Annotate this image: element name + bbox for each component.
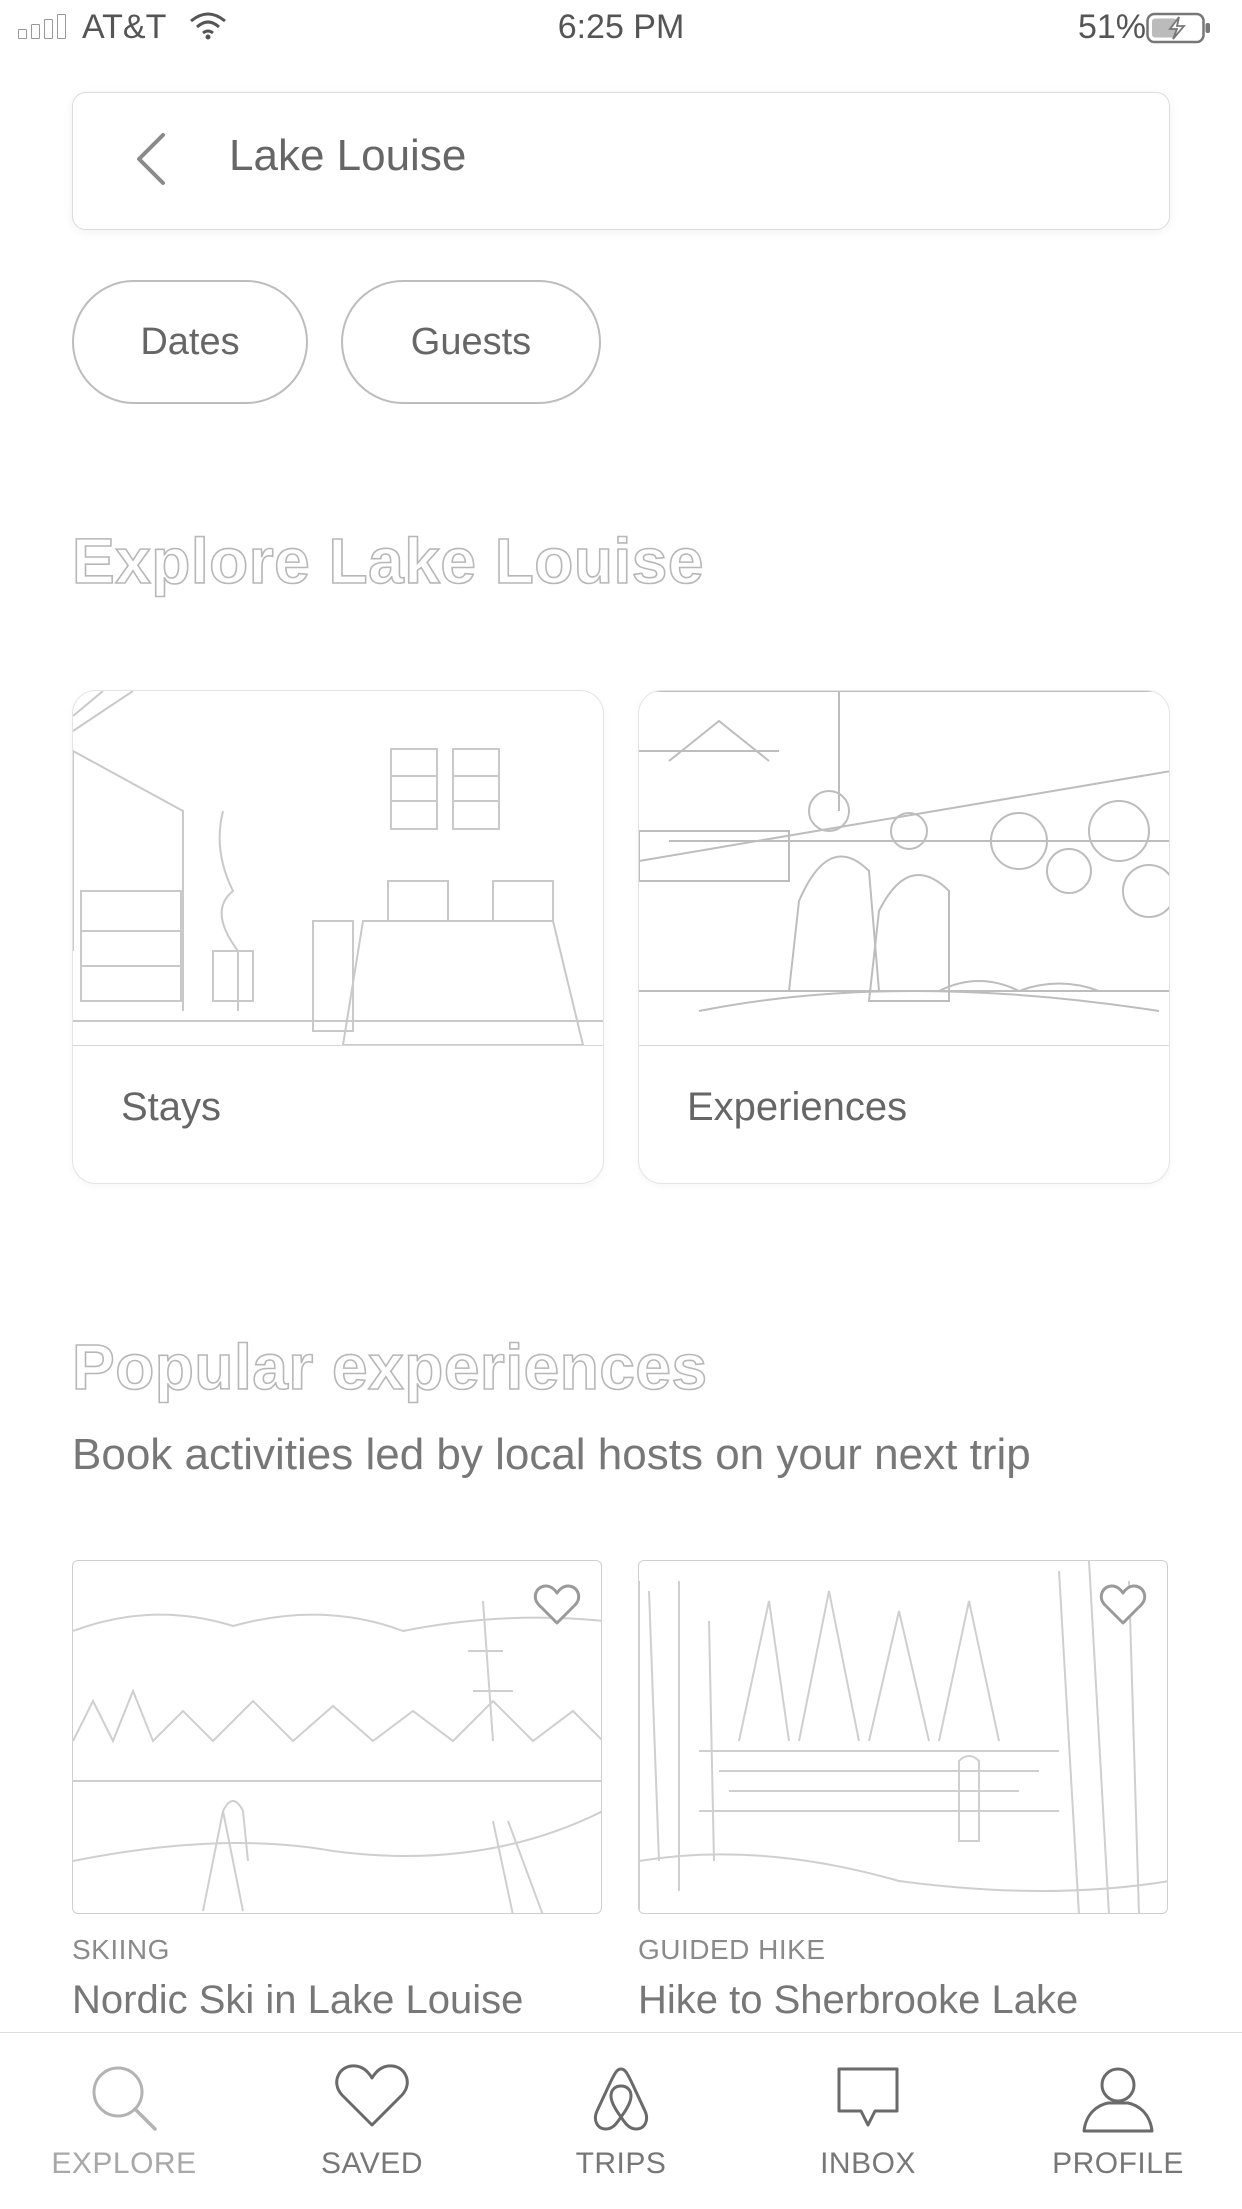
stays-card-label: Stays: [121, 1085, 222, 1129]
dates-filter-button[interactable]: Dates: [72, 280, 308, 404]
tab-inbox[interactable]: INBOX: [768, 2033, 968, 2209]
battery-charging-icon: [1146, 12, 1212, 53]
heart-icon[interactable]: [1099, 1583, 1147, 1632]
tab-profile[interactable]: PROFILE: [1018, 2033, 1218, 2209]
heart-icon: [334, 2063, 410, 2134]
search-icon: [89, 2063, 159, 2138]
experience-category: GUIDED HIKE: [638, 1934, 826, 1965]
dates-filter-label: Dates: [140, 320, 240, 363]
heart-icon[interactable]: [533, 1583, 581, 1632]
profile-icon: [1080, 2063, 1156, 2140]
experience-card[interactable]: GUIDED HIKE Hike to Sherbrooke Lake: [638, 1560, 1168, 2022]
popular-experiences-subheading: Book activities led by local hosts on yo…: [72, 1430, 1031, 1479]
tab-inbox-label: INBOX: [820, 2147, 916, 2180]
stays-image: [73, 691, 603, 1046]
tab-explore[interactable]: EXPLORE: [24, 2033, 224, 2209]
tab-profile-label: PROFILE: [1052, 2147, 1184, 2180]
experiences-image: [639, 691, 1169, 1046]
explore-heading: Explore Lake Louise: [71, 524, 704, 598]
tab-saved[interactable]: SAVED: [272, 2033, 472, 2209]
search-location-value[interactable]: Lake Louise: [229, 131, 466, 181]
tab-explore-label: EXPLORE: [51, 2147, 197, 2180]
experiences-card[interactable]: Experiences: [638, 690, 1170, 1184]
experience-title[interactable]: Hike to Sherbrooke Lake: [638, 1978, 1078, 2023]
guests-filter-label: Guests: [410, 320, 532, 363]
battery-percent: 51%: [1077, 8, 1146, 46]
back-arrow-icon[interactable]: [133, 131, 169, 192]
tab-trips-label: TRIPS: [575, 2147, 667, 2180]
airbnb-logo-icon: [589, 2063, 653, 2138]
status-bar: AT&T 6:25 PM 51%: [0, 0, 1242, 58]
sherbrooke-lake-image: [638, 1560, 1168, 1914]
tab-saved-label: SAVED: [321, 2147, 423, 2180]
tab-trips[interactable]: TRIPS: [521, 2033, 721, 2209]
bottom-tab-bar: EXPLORE SAVED TRIPS INBOX PROFILE: [0, 2032, 1242, 2209]
search-bar[interactable]: Lake Louise: [72, 92, 1170, 230]
stays-card[interactable]: Stays: [72, 690, 604, 1184]
popular-experiences-heading: Popular experiences: [71, 1330, 708, 1404]
experience-card[interactable]: SKIING Nordic Ski in Lake Louise: [72, 1560, 602, 2022]
experience-title[interactable]: Nordic Ski in Lake Louise: [72, 1978, 523, 2023]
guests-filter-button[interactable]: Guests: [341, 280, 601, 404]
experience-category: SKIING: [72, 1934, 170, 1965]
experiences-card-label: Experiences: [687, 1085, 908, 1129]
nordic-ski-image: [72, 1560, 602, 1914]
clock: 6:25 PM: [557, 8, 685, 46]
message-icon: [833, 2063, 903, 2138]
